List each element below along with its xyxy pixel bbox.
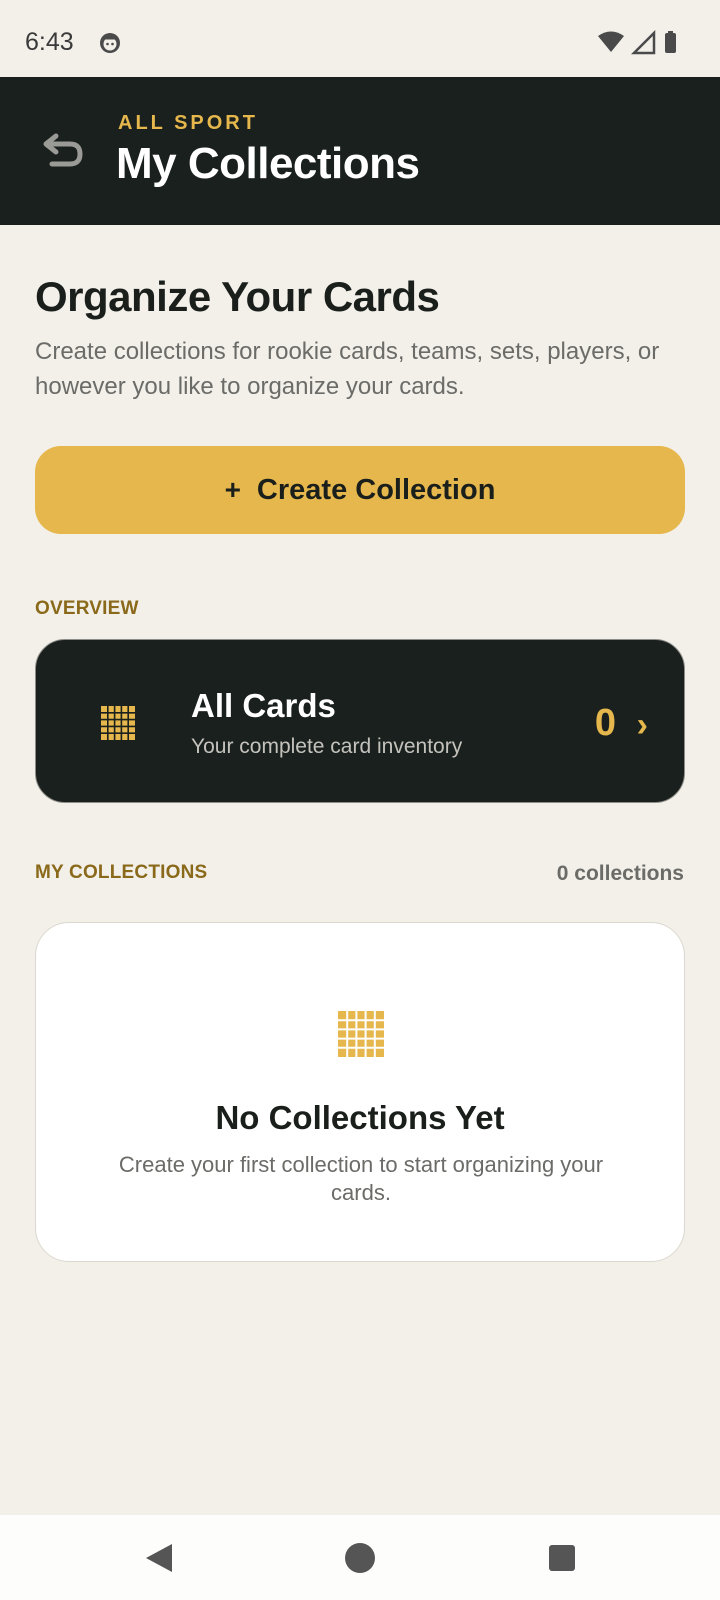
back-arrow-icon (43, 133, 83, 167)
my-collections-section-label: MY COLLECTIONS (35, 862, 208, 883)
all-cards-card[interactable]: All Cards Your complete card inventory 0… (35, 639, 685, 803)
plus-icon: + (224, 474, 241, 505)
chevron-right-icon: › (636, 706, 648, 744)
header-subtitle: ALL SPORT (118, 112, 258, 134)
all-cards-count: 0 (594, 702, 616, 744)
empty-state-description: Create your first collection to start or… (118, 1152, 604, 1205)
collections-count: 0 collections (556, 862, 684, 885)
status-icons (598, 30, 676, 55)
overview-section-label: OVERVIEW (35, 598, 139, 619)
empty-state-card: No Collections Yet Create your first col… (35, 922, 685, 1262)
recents-square-icon[interactable] (544, 1540, 580, 1576)
empty-state-title: No Collections Yet (215, 1099, 505, 1136)
notification-face-icon (100, 33, 120, 53)
status-bar: 6:43 (0, 0, 720, 77)
system-nav-bar (0, 1515, 720, 1600)
signal-icon (630, 30, 656, 55)
app-header: ALL SPORT My Collections (0, 77, 720, 225)
all-cards-description: Your complete card inventory (191, 735, 463, 758)
create-collection-label: Create Collection (256, 473, 496, 506)
create-collection-button[interactable]: + Create Collection (35, 446, 685, 534)
battery-icon (665, 33, 676, 53)
back-button[interactable] (36, 122, 92, 178)
intro-description: Create collections for rookie cards, tea… (35, 338, 660, 400)
grid-icon (101, 706, 135, 740)
back-triangle-icon[interactable] (142, 1540, 178, 1576)
wifi-icon (598, 31, 624, 52)
all-cards-title: All Cards (191, 687, 336, 724)
page-title: My Collections (116, 139, 420, 188)
grid-icon (338, 1011, 384, 1057)
home-circle-icon[interactable] (342, 1540, 378, 1576)
status-time: 6:43 (25, 28, 74, 56)
intro-title: Organize Your Cards (35, 273, 440, 320)
